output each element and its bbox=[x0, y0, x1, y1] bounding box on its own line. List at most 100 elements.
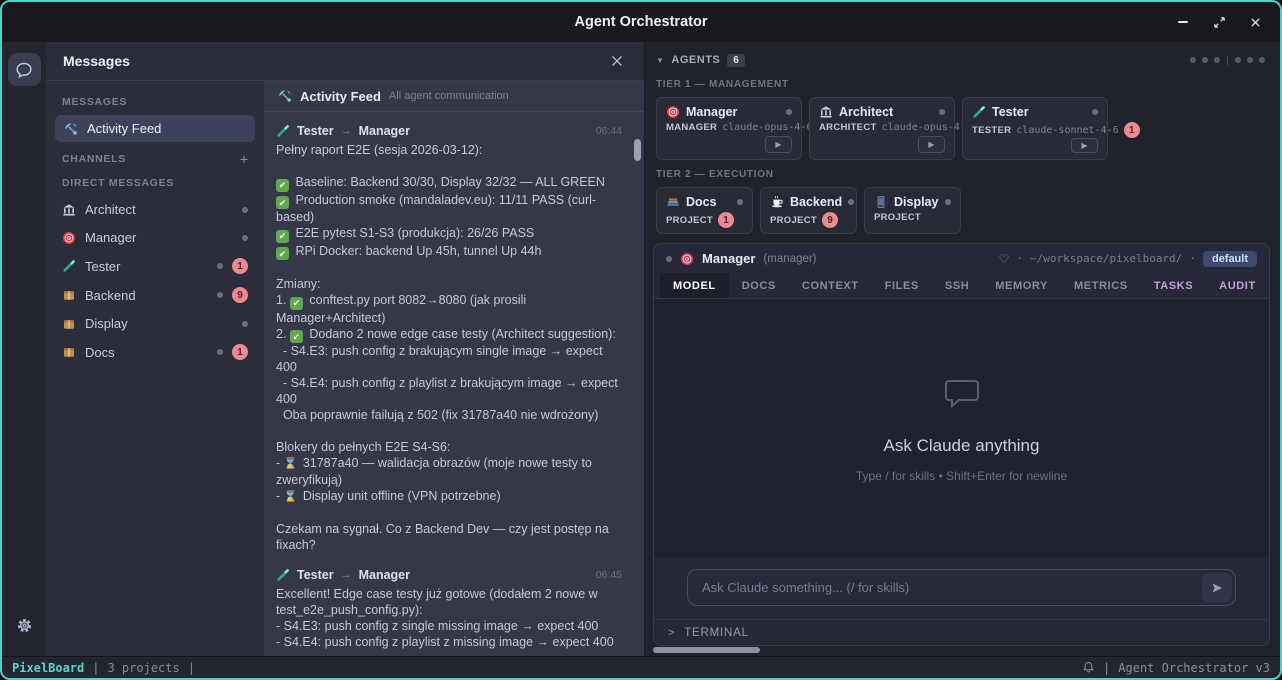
empty-state-hint: Type / for skills • Shift+Enter for newl… bbox=[856, 469, 1067, 483]
sidebar-item-tester[interactable]: Tester 1 bbox=[55, 253, 255, 279]
unread-badge: 1 bbox=[232, 258, 248, 274]
phone-icon bbox=[874, 195, 888, 209]
arrow-right-icon: → bbox=[341, 125, 352, 137]
manager-tabs: MODELDOCSCONTEXTFILESSSHMEMORYMETRICSTAS… bbox=[654, 273, 1269, 299]
agent-card-manager[interactable]: ManagerMANAGERclaude-opus-4-6▶ bbox=[656, 97, 802, 160]
tier1-cards: ManagerMANAGERclaude-opus-4-6▶ArchitectA… bbox=[653, 97, 1272, 160]
agent-card-sub: TESTERclaude-sonnet-4-61 bbox=[972, 122, 1098, 138]
agent-card-top: Display bbox=[874, 195, 951, 209]
tab-memory[interactable]: MEMORY bbox=[982, 273, 1061, 298]
presence-dot bbox=[737, 199, 743, 205]
brand-label: PixelBoard bbox=[12, 661, 84, 675]
bell-icon[interactable] bbox=[1082, 661, 1095, 674]
app-version: Agent Orchestrator v3 bbox=[1118, 661, 1270, 675]
agent-model: claude-opus-4-6 bbox=[882, 122, 972, 133]
feed-message: Tester→Manager06:45Excellent! Edge case … bbox=[276, 568, 622, 656]
window-title: Agent Orchestrator bbox=[2, 14, 1280, 30]
agent-card-architect[interactable]: ArchitectARCHITECTclaude-opus-4-6▶ bbox=[809, 97, 955, 160]
messages-close-button[interactable] bbox=[607, 51, 627, 71]
chat-rail-button[interactable] bbox=[8, 53, 41, 86]
coffee-icon bbox=[770, 195, 784, 209]
agents-header[interactable]: ▼ AGENTS 6 bbox=[653, 50, 1272, 70]
presence-dot bbox=[217, 292, 223, 298]
building-icon bbox=[819, 105, 833, 119]
agent-card-tester[interactable]: Tester TESTERclaude-sonnet-4-61▶ bbox=[962, 97, 1108, 160]
agent-model: claude-sonnet-4-6 bbox=[1016, 125, 1118, 136]
agent-name: Tester bbox=[992, 105, 1029, 119]
separator: | bbox=[188, 661, 195, 675]
sidebar-item-docs[interactable]: Docs1 bbox=[55, 339, 255, 365]
play-button[interactable]: ▶ bbox=[765, 136, 792, 153]
terminal-toggle[interactable]: > TERMINAL bbox=[654, 619, 1269, 645]
tab-docs[interactable]: DOCS bbox=[729, 273, 789, 298]
close-button[interactable] bbox=[1248, 15, 1262, 29]
agent-card-top: Manager bbox=[666, 105, 792, 119]
manager-detail-panel: Manager (manager) ♡ · ~/workspace/pixelb… bbox=[653, 243, 1270, 646]
building-icon bbox=[62, 203, 76, 217]
target-icon bbox=[62, 231, 76, 245]
sidebar-item-display[interactable]: Display bbox=[55, 311, 255, 336]
sidebar-item-architect[interactable]: Architect bbox=[55, 197, 255, 222]
section-channels-label: CHANNELS bbox=[62, 153, 126, 165]
unread-badge: 1 bbox=[718, 212, 734, 228]
messages-panel-title: Messages bbox=[63, 53, 130, 69]
feed-scrollbar-thumb[interactable] bbox=[634, 139, 641, 161]
separator: | bbox=[1103, 661, 1110, 675]
left-rail bbox=[2, 42, 46, 656]
workspace-badge[interactable]: default bbox=[1203, 251, 1257, 267]
agent-name: Docs bbox=[686, 195, 717, 209]
agent-card-backend[interactable]: BackendPROJECT9 bbox=[760, 187, 857, 234]
settings-button[interactable] bbox=[8, 609, 41, 642]
status-dot bbox=[1214, 57, 1220, 63]
separator: | bbox=[92, 661, 99, 675]
sidebar-item-label: Docs bbox=[85, 345, 115, 360]
tier2-cards: DocsPROJECT1BackendPROJECT9 Display PROJEC… bbox=[653, 187, 1272, 234]
manager-panel-name: Manager bbox=[702, 251, 755, 266]
tab-tasks[interactable]: TASKS bbox=[1141, 273, 1206, 298]
message-sender: Tester bbox=[297, 124, 334, 138]
play-button[interactable]: ▶ bbox=[918, 136, 945, 153]
horizontal-scrollbar-thumb[interactable] bbox=[653, 647, 760, 653]
send-button[interactable] bbox=[1202, 573, 1232, 602]
sidebar-item-manager[interactable]: Manager bbox=[55, 225, 255, 250]
play-button[interactable]: ▶ bbox=[1071, 138, 1098, 153]
tier1-label: TIER 1 — MANAGEMENT bbox=[653, 79, 1272, 90]
minimize-button[interactable] bbox=[1176, 15, 1190, 29]
tab-metrics[interactable]: METRICS bbox=[1061, 273, 1141, 298]
status-dot bbox=[1235, 57, 1241, 63]
status-dot bbox=[1190, 57, 1196, 63]
presence-dot bbox=[848, 199, 854, 205]
messages-panel: Messages MESSAGES Activity Feed CHANNELS… bbox=[46, 42, 645, 656]
agent-card-display[interactable]: Display PROJECT bbox=[864, 187, 961, 234]
add-channel-button[interactable]: + bbox=[240, 154, 248, 164]
pen-icon bbox=[972, 105, 986, 119]
window-controls bbox=[1176, 15, 1280, 29]
tab-context[interactable]: CONTEXT bbox=[789, 273, 872, 298]
sidebar-item-activity-feed[interactable]: Activity Feed bbox=[55, 115, 255, 142]
agent-card-docs[interactable]: DocsPROJECT1 bbox=[656, 187, 753, 234]
workspace-path: ~/workspace/pixelboard/ bbox=[1030, 252, 1182, 265]
agent-card-sub: PROJECT bbox=[874, 212, 951, 223]
feed-scrollbar[interactable] bbox=[634, 115, 641, 652]
feed-message: Tester→Manager06:44Pełny raport E2E (ses… bbox=[276, 124, 622, 553]
agents-panel: ▼ AGENTS 6 TIER 1 — MANAGEMENT ManagerMA… bbox=[645, 42, 1280, 656]
horizontal-scrollbar[interactable] bbox=[653, 647, 773, 653]
message-body: Excellent! Edge case testy już gotowe (d… bbox=[276, 586, 622, 656]
chat-input[interactable] bbox=[687, 569, 1236, 606]
books-icon bbox=[666, 195, 680, 209]
app-window: Agent Orchestrator Messages MESSAGES bbox=[0, 0, 1282, 680]
hourglass-emoji: ⌛ bbox=[284, 458, 298, 470]
tab-audit[interactable]: AUDIT bbox=[1206, 273, 1269, 298]
message-timestamp: 06:44 bbox=[596, 125, 622, 137]
sidebar-item-backend[interactable]: Backend9 bbox=[55, 282, 255, 308]
maximize-button[interactable] bbox=[1212, 15, 1226, 29]
heart-icon[interactable]: ♡ bbox=[999, 252, 1010, 266]
tab-ssh[interactable]: SSH bbox=[932, 273, 982, 298]
presence-dot bbox=[242, 235, 248, 241]
main-area: Messages MESSAGES Activity Feed CHANNELS… bbox=[2, 42, 1280, 656]
tab-model[interactable]: MODEL bbox=[660, 273, 729, 298]
message-body: Pełny raport E2E (sesja 2026-03-12):✔ Ba… bbox=[276, 142, 622, 553]
sidebar-item-label: Tester bbox=[85, 259, 120, 274]
activity-feed-subtitle: All agent communication bbox=[389, 90, 509, 102]
tab-files[interactable]: FILES bbox=[872, 273, 932, 298]
